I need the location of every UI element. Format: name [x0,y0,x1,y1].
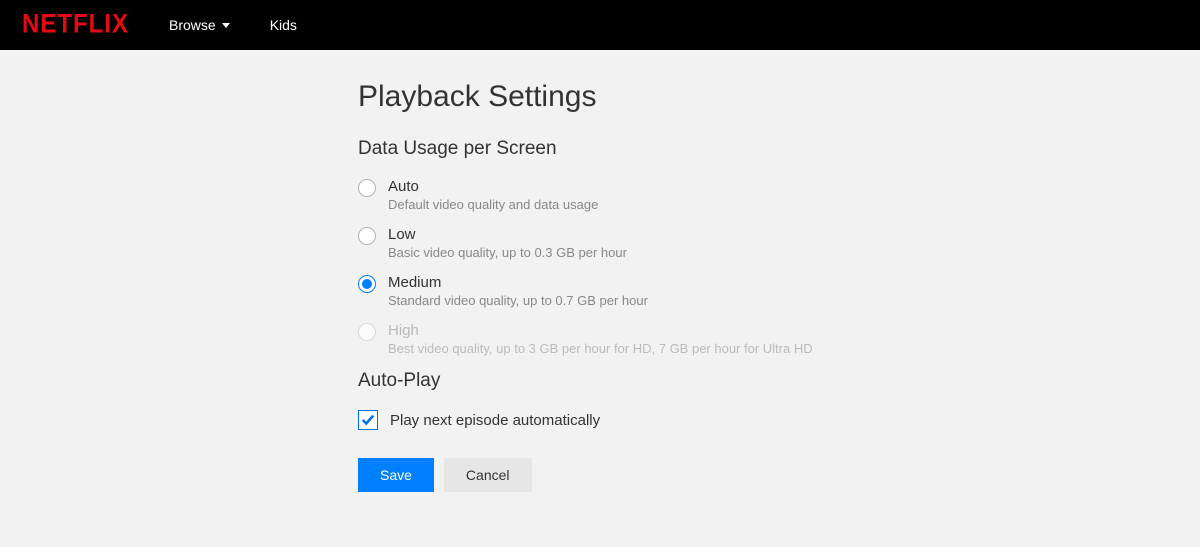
option-auto-text: Auto Default video quality and data usag… [388,178,598,212]
cancel-button[interactable]: Cancel [444,458,532,492]
page-title: Playback Settings [358,80,1200,114]
netflix-logo[interactable]: NETFLIX [22,10,129,41]
radio-high [358,323,376,341]
option-low-description: Basic video quality, up to 0.3 GB per ho… [388,245,627,260]
option-high-label: High [388,322,813,339]
option-high-description: Best video quality, up to 3 GB per hour … [388,341,813,356]
check-icon [361,413,375,427]
autoplay-heading: Auto-Play [358,370,1200,392]
top-navbar: NETFLIX Browse Kids [0,0,1200,50]
option-low[interactable]: Low Basic video quality, up to 0.3 GB pe… [358,226,1200,260]
option-medium-label: Medium [388,274,648,291]
data-usage-heading: Data Usage per Screen [358,138,1200,160]
settings-page: Playback Settings Data Usage per Screen … [0,50,1200,492]
radio-low[interactable] [358,227,376,245]
autoplay-checkbox-row[interactable]: Play next episode automatically [358,410,1200,430]
autoplay-section: Auto-Play Play next episode automaticall… [358,370,1200,430]
radio-auto[interactable] [358,179,376,197]
option-high-text: High Best video quality, up to 3 GB per … [388,322,813,356]
nav-kids-label: Kids [270,17,297,33]
option-high: High Best video quality, up to 3 GB per … [358,322,1200,356]
option-medium[interactable]: Medium Standard video quality, up to 0.7… [358,274,1200,308]
nav-kids[interactable]: Kids [270,17,297,33]
option-low-label: Low [388,226,627,243]
option-low-text: Low Basic video quality, up to 0.3 GB pe… [388,226,627,260]
nav-browse-label: Browse [169,17,216,33]
option-auto-label: Auto [388,178,598,195]
option-auto-description: Default video quality and data usage [388,197,598,212]
save-button[interactable]: Save [358,458,434,492]
nav-browse[interactable]: Browse [169,17,230,33]
button-row: Save Cancel [358,458,1200,492]
autoplay-checkbox[interactable] [358,410,378,430]
option-medium-description: Standard video quality, up to 0.7 GB per… [388,293,648,308]
option-medium-text: Medium Standard video quality, up to 0.7… [388,274,648,308]
autoplay-checkbox-label: Play next episode automatically [390,412,600,429]
option-auto[interactable]: Auto Default video quality and data usag… [358,178,1200,212]
radio-medium[interactable] [358,275,376,293]
caret-down-icon [222,23,230,28]
